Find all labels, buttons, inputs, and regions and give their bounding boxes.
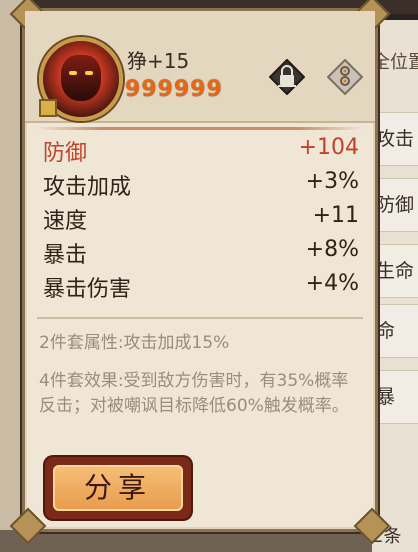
popup-header: 狰+15 9 9 9 9 9 9 xyxy=(25,11,375,123)
star-rating: 9 9 9 9 9 9 xyxy=(125,77,222,102)
portrait-face xyxy=(61,55,101,101)
background-row[interactable]: 生命 xyxy=(372,244,418,298)
main-stat-value: +104 xyxy=(298,135,359,160)
star-icon: 9 xyxy=(157,77,173,102)
two-piece-bonus: 2件套属性:攻击加成15% xyxy=(39,333,230,353)
sub-stat-row: 暴击伤害 +4% xyxy=(43,271,359,305)
keyhole-icon[interactable] xyxy=(326,58,364,96)
equipment-detail-popup: 狰+15 9 9 9 9 9 9 防御 +104 攻击加成 +3% 速度 +11… xyxy=(9,0,391,545)
portrait-eye xyxy=(85,71,93,75)
sub-stat-label: 暴击 xyxy=(43,243,88,268)
share-button-label: 分享 xyxy=(53,465,183,511)
stats-divider xyxy=(37,127,363,130)
sub-stat-label: 攻击加成 xyxy=(43,175,132,200)
star-icon: 9 xyxy=(125,77,141,102)
set-divider xyxy=(37,317,363,319)
sub-stat-value: +8% xyxy=(305,237,359,262)
background-row[interactable]: 暴 xyxy=(372,370,418,424)
sub-stat-row: 暴击 +8% xyxy=(43,237,359,271)
main-stat-label: 防御 xyxy=(43,141,88,166)
lock-icon[interactable] xyxy=(268,58,306,96)
star-icon: 9 xyxy=(206,77,222,102)
portrait-eye xyxy=(69,71,77,75)
star-icon: 9 xyxy=(173,77,190,102)
equipment-name: 狰+15 xyxy=(127,49,190,73)
bottom-bar xyxy=(0,530,372,552)
sub-stat-row: 速度 +11 xyxy=(43,203,359,237)
sub-stat-value: +4% xyxy=(305,271,359,296)
star-icon: 9 xyxy=(141,77,157,102)
background-header-text: 全位置 xyxy=(372,52,418,73)
background-row[interactable]: 攻击 xyxy=(372,112,418,166)
main-stat-row: 防御 +104 xyxy=(43,135,359,169)
sub-stat-label: 暴击伤害 xyxy=(43,277,132,302)
sub-stat-value: +3% xyxy=(305,169,359,194)
sub-stat-label: 速度 xyxy=(43,209,88,234)
background-row[interactable]: 防御 xyxy=(372,178,418,232)
share-button[interactable]: 分享 xyxy=(45,457,191,519)
star-icon: 9 xyxy=(190,77,206,102)
four-piece-effect: 4件套效果:受到敌方伤害时，有35%概率反击；对被嘲讽目标降低60%触发概率。 xyxy=(39,371,349,416)
background-row[interactable]: 命 xyxy=(372,304,418,358)
rarity-badge xyxy=(39,99,57,117)
sub-stat-row: 攻击加成 +3% xyxy=(43,169,359,203)
sub-stat-value: +11 xyxy=(312,203,359,228)
